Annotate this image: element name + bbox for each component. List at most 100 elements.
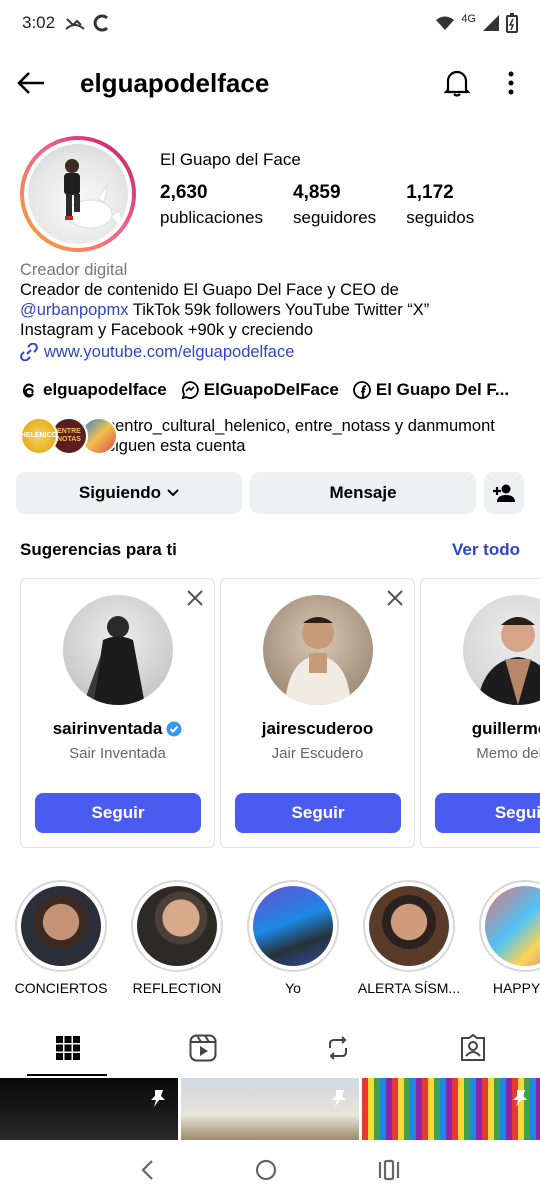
stat-followers[interactable]: 4,859 seguidores xyxy=(293,182,376,228)
social-facebook[interactable]: El Guapo Del F... xyxy=(352,380,510,400)
stat-following-value: 1,172 xyxy=(406,182,454,203)
suggestion-name: Jair Escudero xyxy=(271,745,364,762)
wifi-icon xyxy=(436,16,455,30)
messenger-icon xyxy=(181,381,199,399)
bio-line-1: Creador de contenido El Guapo Del Face y… xyxy=(20,281,399,299)
suggestion-photo-1 xyxy=(83,616,145,705)
bell-icon[interactable] xyxy=(444,69,470,97)
social-messenger-label: ElGuapoDelFace xyxy=(203,380,339,399)
following-button-label: Siguiendo xyxy=(78,483,162,502)
signal-icon xyxy=(483,15,499,31)
threads-icon xyxy=(23,383,34,398)
highlight-item[interactable]: CONCIERTOS xyxy=(6,880,116,996)
tab-reels[interactable] xyxy=(135,1020,270,1076)
mutual-avatar-1: HELÉNICO xyxy=(20,417,58,455)
highlight-label: Yo xyxy=(285,980,301,996)
grid-icon xyxy=(55,1036,80,1060)
highlight-item[interactable]: HAPPY BI xyxy=(470,880,540,996)
follow-button[interactable]: Seguir xyxy=(235,793,401,833)
tagged-icon xyxy=(460,1034,485,1061)
pin-icon xyxy=(151,1090,165,1107)
close-icon[interactable] xyxy=(186,589,204,607)
highlight-item[interactable]: REFLECTION xyxy=(122,880,232,996)
profile-bio: Creador digital Creador de contenido El … xyxy=(20,260,525,362)
highlight-item[interactable]: ALERTA SÍSM... xyxy=(354,880,464,996)
follow-button[interactable]: Segui xyxy=(435,793,540,833)
suggestion-username: sairinventada xyxy=(21,719,214,739)
suggestion-username: jairescuderoo xyxy=(221,719,414,739)
followed-by-text: centro_cultural_helenico, entre_notass y… xyxy=(106,417,495,455)
highlight-item[interactable]: Yo xyxy=(238,880,348,996)
status-time: 3:02 xyxy=(22,13,56,32)
social-messenger[interactable]: ElGuapoDelFace xyxy=(181,380,339,400)
story-highlights: CONCIERTOS REFLECTION Yo ALERTA SÍSM... … xyxy=(0,880,540,1000)
highlight-label: CONCIERTOS xyxy=(14,980,108,996)
suggestion-avatar[interactable] xyxy=(463,595,540,705)
add-user-button[interactable] xyxy=(484,472,524,514)
suggestion-card[interactable]: sairinventada Sair Inventada Seguir xyxy=(20,578,215,848)
suggestion-name: Memo del M xyxy=(476,745,540,762)
suggestion-avatar[interactable] xyxy=(63,595,173,705)
suggestion-username-text: guillermo.d xyxy=(471,719,540,738)
post-thumbnail[interactable] xyxy=(362,1078,540,1140)
tab-tagged[interactable] xyxy=(405,1020,540,1076)
social-links: elguapodelface ElGuapoDelFace El Guapo D… xyxy=(20,380,540,400)
post-thumbnail[interactable] xyxy=(0,1078,178,1140)
top-bar: elguapodelface xyxy=(0,56,540,110)
followed-by[interactable]: HELÉNICO ENTRE NOTAS centro_cultural_hel… xyxy=(20,416,530,456)
suggestion-name: Sair Inventada xyxy=(69,745,166,762)
bio-website-link[interactable]: www.youtube.com/elguapodelface xyxy=(20,342,525,362)
see-all-link[interactable]: Ver todo xyxy=(452,540,520,560)
message-button[interactable]: Mensaje xyxy=(250,472,476,514)
back-button[interactable] xyxy=(16,68,46,98)
stat-followers-value: 4,859 xyxy=(293,182,341,203)
tab-grid[interactable] xyxy=(0,1020,135,1076)
content-tabs xyxy=(0,1020,540,1076)
follow-button[interactable]: Seguir xyxy=(35,793,201,833)
profile-username-title: elguapodelface xyxy=(80,67,270,98)
chevron-down-icon xyxy=(167,489,179,497)
mutual-avatar-1-text: HELÉNICO xyxy=(20,432,58,439)
mutual-avatars: HELÉNICO ENTRE NOTAS xyxy=(20,416,118,456)
display-name: El Guapo del Face xyxy=(160,150,301,169)
highlight-cover xyxy=(21,886,101,966)
stat-posts[interactable]: 2,630 publicaciones xyxy=(160,182,263,228)
avatar-photo xyxy=(64,159,122,229)
app-c-icon xyxy=(93,14,109,32)
profile-header: El Guapo del Face 2,630 publicaciones 4,… xyxy=(0,134,540,254)
nav-recents-icon[interactable] xyxy=(377,1159,401,1181)
system-navigation-bar xyxy=(0,1140,540,1200)
back-arrow-icon xyxy=(17,72,44,94)
tab-reposts[interactable] xyxy=(270,1020,405,1076)
nav-home-icon[interactable] xyxy=(254,1158,278,1182)
reels-icon xyxy=(189,1034,216,1062)
pin-icon xyxy=(513,1090,527,1107)
profile-avatar[interactable] xyxy=(20,136,136,252)
social-threads-label: elguapodelface xyxy=(43,380,167,399)
suggestion-card[interactable]: guillermo.d Memo del M Segui xyxy=(420,578,540,848)
link-icon xyxy=(20,343,38,361)
stat-posts-value: 2,630 xyxy=(160,182,208,203)
highlight-cover xyxy=(485,886,540,966)
suggestion-avatar[interactable] xyxy=(263,595,373,705)
highlight-cover xyxy=(137,886,217,966)
battery-icon xyxy=(506,13,518,33)
social-threads[interactable]: elguapodelface xyxy=(20,380,167,400)
more-options-icon[interactable] xyxy=(508,71,514,95)
stat-followers-label: seguidores xyxy=(293,208,377,227)
add-user-icon xyxy=(493,484,515,502)
following-button[interactable]: Siguiendo xyxy=(16,472,242,514)
post-thumbnail[interactable] xyxy=(181,1078,359,1140)
suggestion-card[interactable]: jairescuderoo Jair Escudero Seguir xyxy=(220,578,415,848)
suggestion-username-text: jairescuderoo xyxy=(261,719,374,738)
suggestion-photo-3 xyxy=(477,617,540,705)
close-icon[interactable] xyxy=(386,589,404,607)
nav-back-icon[interactable] xyxy=(139,1159,155,1181)
network-type: 4G xyxy=(461,13,476,25)
bio-mention-link[interactable]: @urbanpopmx xyxy=(20,301,128,319)
stat-following[interactable]: 1,172 seguidos xyxy=(406,182,474,228)
social-facebook-label: El Guapo Del F... xyxy=(375,380,510,399)
suggestion-cards: sairinventada Sair Inventada Seguir jair… xyxy=(20,578,540,848)
pin-icon xyxy=(332,1090,346,1107)
bio-website-text: www.youtube.com/elguapodelface xyxy=(44,343,295,361)
